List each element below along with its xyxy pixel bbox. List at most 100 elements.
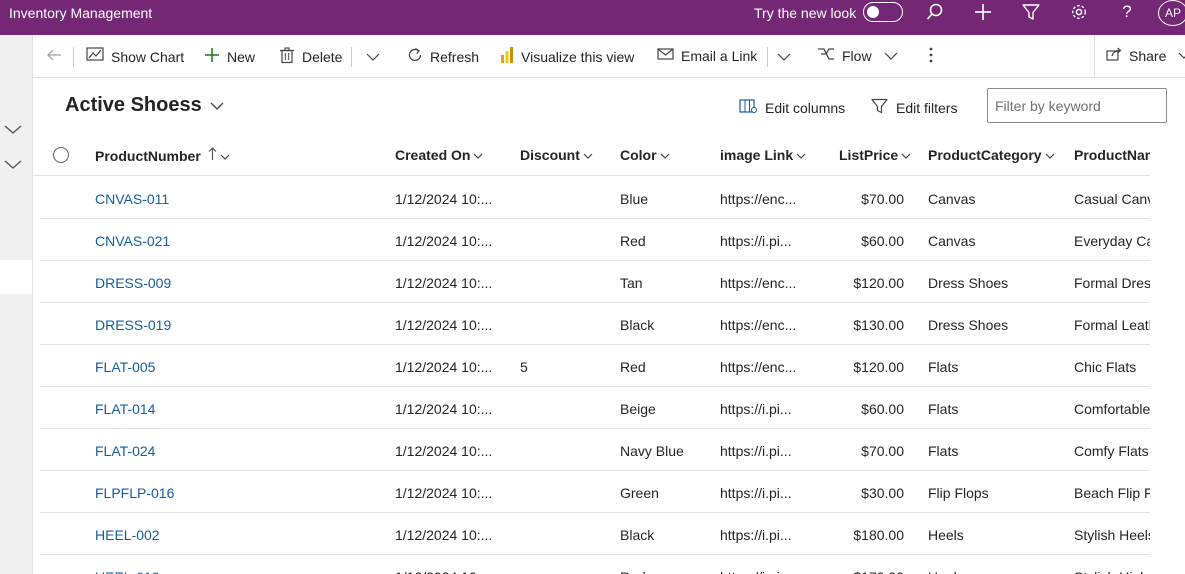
- chevron-down-icon: [660, 147, 670, 163]
- table-row[interactable]: FLAT-024 1/12/2024 10:... Navy Blue https:/…: [40, 429, 1150, 471]
- table-row[interactable]: DRESS-009 1/12/2024 10:... Tan https://enc.…: [40, 261, 1150, 303]
- grid-header-row: ProductNumber Created On Discount Color …: [33, 136, 1150, 176]
- visualize-view-button[interactable]: Visualize this view: [500, 47, 634, 66]
- cell-productname: Formal Leatl: [1074, 317, 1150, 333]
- column-header-productnumber[interactable]: ProductNumber: [95, 147, 230, 164]
- cell-productnumber[interactable]: FLAT-024: [95, 443, 375, 459]
- cell-listprice: $60.00: [861, 401, 904, 417]
- cell-imagelink: https://enc...: [720, 359, 797, 375]
- delete-more-dropdown[interactable]: [366, 49, 380, 65]
- cell-color: Black: [620, 527, 655, 543]
- email-link-label: Email a Link: [681, 47, 758, 64]
- cell-productname: Beach Flip Fl: [1074, 485, 1150, 501]
- help-icon[interactable]: ?: [1112, 0, 1142, 24]
- cell-createdon: 1/12/2024 10:...: [395, 191, 493, 207]
- cell-productname: Chic Flats: [1074, 359, 1137, 375]
- table-row[interactable]: HEEL-012 1/12/2024 10:... Red https://i.pi.…: [40, 555, 1150, 574]
- cell-productname: Comfortable: [1074, 401, 1150, 417]
- chevron-down-icon[interactable]: [3, 158, 23, 178]
- app-title[interactable]: Inventory Management: [9, 5, 152, 21]
- edit-columns-button[interactable]: Edit columns: [739, 98, 845, 117]
- cell-imagelink: https://enc...: [720, 275, 797, 291]
- cell-color: Red: [620, 569, 710, 574]
- cell-listprice: $70.00: [861, 191, 904, 207]
- nav-selected-item[interactable]: [0, 260, 32, 294]
- column-header-createdon[interactable]: Created On: [395, 147, 483, 163]
- cell-productnumber[interactable]: CNVAS-021: [95, 233, 375, 249]
- edit-filters-label: Edit filters: [896, 99, 958, 116]
- cell-productnumber[interactable]: HEEL-012: [95, 569, 375, 574]
- table-row[interactable]: DRESS-019 1/12/2024 10:... Black https://en…: [40, 303, 1150, 345]
- gear-icon[interactable]: [1064, 0, 1094, 24]
- command-bar: Show Chart New Delete Refresh Visualize …: [33, 35, 1185, 78]
- cell-productname: Formal Dres: [1074, 275, 1150, 291]
- cell-color: Black: [620, 317, 655, 333]
- edit-filters-button[interactable]: Edit filters: [871, 98, 957, 117]
- column-header-productcategory[interactable]: ProductCategory: [928, 147, 1055, 163]
- avatar[interactable]: AP: [1158, 0, 1185, 26]
- share-button[interactable]: Share: [1106, 47, 1185, 64]
- powerbi-icon: [500, 47, 514, 66]
- cell-listprice: $30.00: [861, 485, 904, 501]
- more-commands-button[interactable]: [929, 46, 933, 67]
- cell-color: Red: [620, 359, 646, 375]
- column-header-productname[interactable]: ProductName: [1074, 147, 1150, 163]
- table-row[interactable]: CNVAS-011 1/12/2024 10:... Blue https://enc…: [40, 177, 1150, 219]
- divider: [767, 47, 768, 67]
- column-header-label: ListPrice: [839, 147, 899, 163]
- refresh-button[interactable]: Refresh: [407, 47, 479, 66]
- column-header-color[interactable]: Color: [620, 147, 670, 163]
- cell-productnumber[interactable]: FLAT-005: [95, 359, 375, 375]
- chevron-down-icon: [901, 147, 911, 163]
- try-new-look-toggle[interactable]: [863, 2, 903, 22]
- filter-icon[interactable]: [1016, 0, 1046, 24]
- select-all-checkbox[interactable]: [53, 147, 69, 163]
- cell-createdon: 1/12/2024 10:...: [395, 233, 493, 249]
- table-row[interactable]: FLPFLP-016 1/12/2024 10:... Green https://i…: [40, 471, 1150, 513]
- cell-productnumber[interactable]: FLPFLP-016: [95, 485, 375, 501]
- chevron-down-icon: [777, 49, 791, 65]
- cell-productnumber[interactable]: CNVAS-011: [95, 191, 375, 207]
- table-row[interactable]: CNVAS-021 1/12/2024 10:... Red https://i.pi…: [40, 219, 1150, 261]
- delete-button[interactable]: Delete: [279, 47, 342, 67]
- chevron-down-icon[interactable]: [3, 123, 23, 143]
- chevron-down-icon: [1178, 48, 1185, 64]
- cell-productnumber[interactable]: HEEL-002: [95, 527, 375, 543]
- table-row[interactable]: FLAT-005 1/12/2024 10:... 5 Red https://enc.…: [40, 345, 1150, 387]
- divider: [73, 47, 74, 67]
- cell-createdon: 1/12/2024 10:...: [395, 443, 493, 459]
- column-header-listprice[interactable]: ListPrice: [839, 147, 911, 163]
- search-icon[interactable]: [920, 0, 950, 24]
- flow-icon: [817, 47, 835, 64]
- cell-productnumber[interactable]: FLAT-014: [95, 401, 375, 417]
- table-row[interactable]: HEEL-002 1/12/2024 10:... Black https://i.p…: [40, 513, 1150, 555]
- column-header-label: Discount: [520, 147, 580, 163]
- toggle-knob: [867, 6, 879, 18]
- cell-color: Green: [620, 485, 659, 501]
- flow-label: Flow: [842, 47, 872, 64]
- cell-productnumber[interactable]: DRESS-019: [95, 317, 375, 333]
- email-more-dropdown[interactable]: [777, 49, 791, 65]
- column-header-imagelink[interactable]: image Link: [720, 147, 806, 163]
- email-link-button[interactable]: Email a Link: [657, 47, 757, 64]
- share-area: Share: [1094, 35, 1185, 77]
- show-chart-button[interactable]: Show Chart: [86, 47, 184, 66]
- cell-imagelink: https://i.pi...: [720, 233, 792, 249]
- chart-icon: [86, 47, 104, 66]
- table-row[interactable]: FLAT-014 1/12/2024 10:... Beige https://i.p…: [40, 387, 1150, 429]
- cell-productname: Casual Canv: [1074, 191, 1150, 207]
- filter-keyword-input[interactable]: [987, 88, 1167, 123]
- cell-productcategory: Flip Flops: [928, 485, 989, 501]
- cell-productnumber[interactable]: DRESS-009: [95, 275, 375, 291]
- new-button[interactable]: New: [204, 47, 255, 66]
- back-button[interactable]: [46, 47, 62, 66]
- cell-createdon: 1/12/2024 10:...: [395, 317, 493, 333]
- flow-button[interactable]: Flow: [817, 47, 898, 64]
- chevron-down-icon: [220, 148, 230, 164]
- cell-productname: Comfy Flats: [1074, 443, 1149, 459]
- column-header-discount[interactable]: Discount: [520, 147, 593, 163]
- plus-icon: [204, 47, 220, 66]
- share-icon: [1106, 47, 1122, 64]
- plus-icon[interactable]: [968, 0, 998, 24]
- view-selector[interactable]: Active Shoess: [65, 94, 224, 117]
